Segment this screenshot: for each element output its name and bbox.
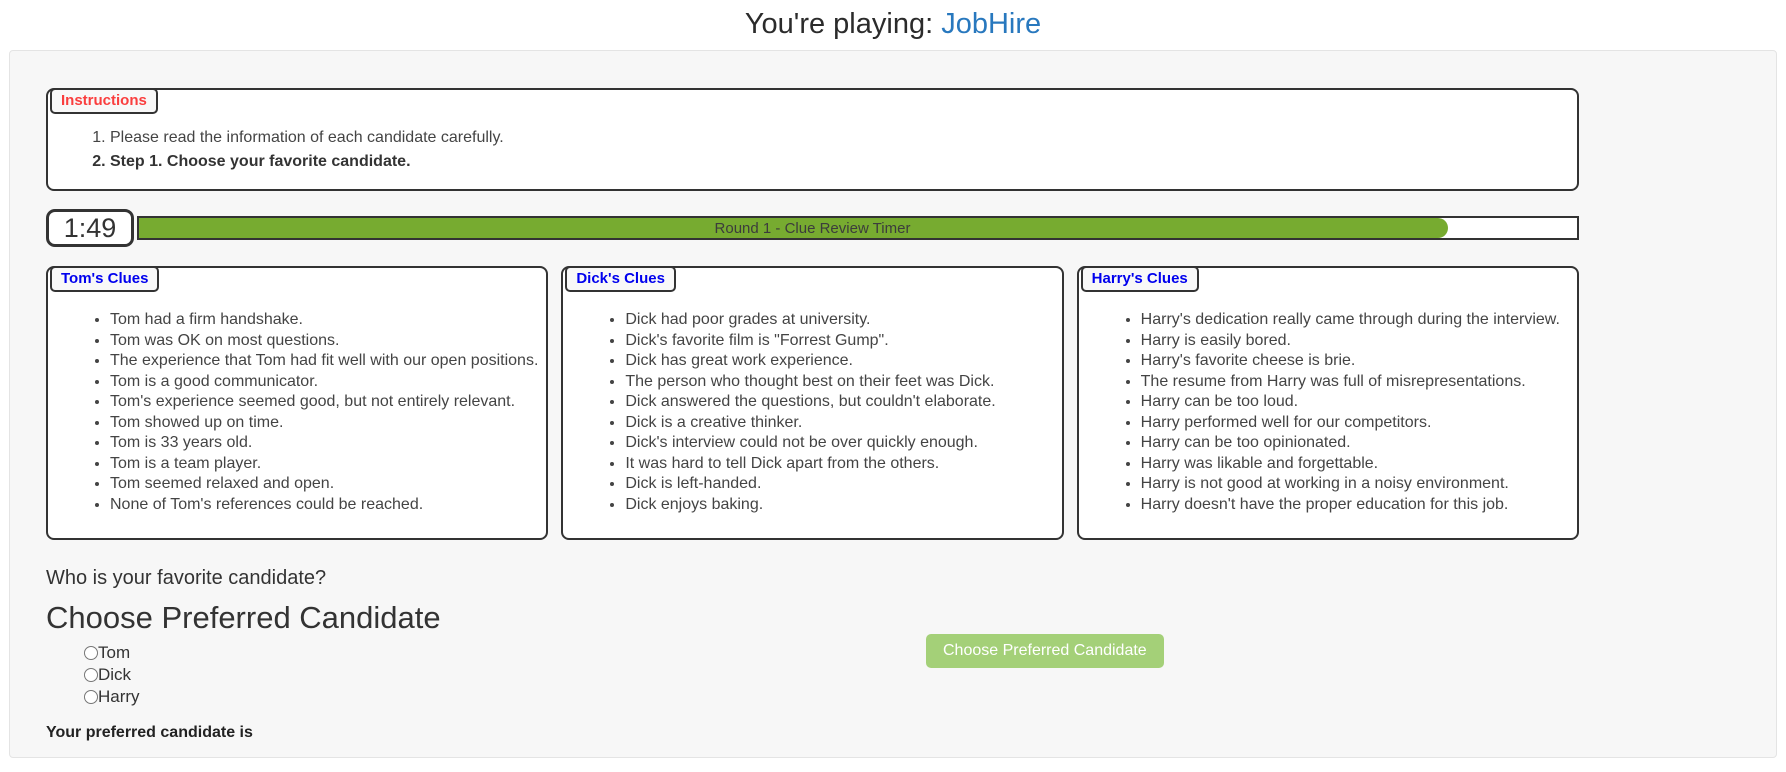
clue-item: Harry is easily bored. (1141, 331, 1577, 352)
timer-row: 1:49 Round 1 - Clue Review Timer (46, 208, 1579, 248)
instructions-legend: Instructions (50, 88, 158, 114)
harry-clues-legend: Harry's Clues (1081, 266, 1199, 292)
tom-clues-fieldset: Tom's Clues Tom had a firm handshake.Tom… (46, 266, 548, 540)
preferred-candidate-result-label: Your preferred candidate is (46, 724, 1579, 742)
clue-item: Dick's interview could not be over quick… (625, 433, 1061, 454)
clue-item: Harry can be too opinionated. (1141, 433, 1577, 454)
tom-clues-list: Tom had a firm handshake.Tom was OK on m… (48, 310, 546, 515)
timer-progress-label: Round 1 - Clue Review Timer (46, 208, 1579, 248)
clue-item: Harry's favorite cheese is brie. (1141, 351, 1577, 372)
clue-item: Dick answered the questions, but couldn'… (625, 392, 1061, 413)
clue-item: Dick's favorite film is "Forrest Gump". (625, 331, 1061, 352)
tom-radio[interactable] (84, 646, 98, 660)
clue-item: Harry was likable and forgettable. (1141, 454, 1577, 475)
game-content: Instructions Please read the information… (46, 88, 1579, 742)
clue-item: The person who thought best on their fee… (625, 372, 1061, 393)
clue-item: Tom was OK on most questions. (110, 331, 546, 352)
instruction-item: Please read the information of each cand… (110, 126, 1577, 150)
clue-item: Dick is left-handed. (625, 474, 1061, 495)
radio-option-tom[interactable]: Tom (84, 642, 1579, 664)
radio-option-harry[interactable]: Harry (84, 686, 1579, 708)
radio-option-dick[interactable]: Dick (84, 664, 1579, 686)
favorite-question: Who is your favorite candidate? (46, 567, 1579, 590)
instructions-fieldset: Instructions Please read the information… (46, 88, 1579, 191)
clue-item: Harry can be too loud. (1141, 392, 1577, 413)
game-panel: Instructions Please read the information… (9, 50, 1777, 758)
clue-item: Harry is not good at working in a noisy … (1141, 474, 1577, 495)
clue-item: Tom is a good communicator. (110, 372, 546, 393)
dick-radio-label: Dick (98, 665, 131, 685)
instructions-list: Please read the information of each cand… (48, 126, 1577, 174)
game-name-link[interactable]: JobHire (941, 8, 1041, 40)
clue-item: It was hard to tell Dick apart from the … (625, 454, 1061, 475)
clue-item: The experience that Tom had fit well wit… (110, 351, 546, 372)
tom-radio-label: Tom (98, 643, 130, 663)
harry-clues-list: Harry's dedication really came through d… (1079, 310, 1577, 515)
clue-item: Tom's experience seemed good, but not en… (110, 392, 546, 413)
clue-item: The resume from Harry was full of misrep… (1141, 372, 1577, 393)
clue-item: Harry performed well for our competitors… (1141, 413, 1577, 434)
dick-radio[interactable] (84, 668, 98, 682)
clue-item: Tom seemed relaxed and open. (110, 474, 546, 495)
clue-item: Tom is a team player. (110, 454, 546, 475)
harry-clues-fieldset: Harry's Clues Harry's dedication really … (1077, 266, 1579, 540)
page-title: You're playing: JobHire (0, 0, 1786, 50)
dick-clues-legend: Dick's Clues (565, 266, 676, 292)
clue-item: Harry's dedication really came through d… (1141, 310, 1577, 331)
candidate-radio-group: Tom Dick Harry (84, 642, 1579, 708)
clue-item: Dick enjoys baking. (625, 495, 1061, 516)
choice-area: Tom Dick Harry Choose Preferred Candidat… (46, 642, 1579, 708)
harry-radio-label: Harry (98, 687, 140, 707)
tom-clues-legend: Tom's Clues (50, 266, 159, 292)
harry-radio[interactable] (84, 690, 98, 704)
clue-item: Harry doesn't have the proper education … (1141, 495, 1577, 516)
dick-clues-list: Dick had poor grades at university.Dick'… (563, 310, 1061, 515)
clue-item: None of Tom's references could be reache… (110, 495, 546, 516)
clue-item: Dick has great work experience. (625, 351, 1061, 372)
clue-item: Dick is a creative thinker. (625, 413, 1061, 434)
clue-item: Dick had poor grades at university. (625, 310, 1061, 331)
dick-clues-fieldset: Dick's Clues Dick had poor grades at uni… (561, 266, 1063, 540)
clue-item: Tom showed up on time. (110, 413, 546, 434)
choose-heading: Choose Preferred Candidate (46, 600, 1579, 636)
choose-preferred-candidate-button[interactable]: Choose Preferred Candidate (926, 634, 1164, 668)
instruction-item: Step 1. Choose your favorite candidate. (110, 150, 1577, 174)
clue-item: Tom had a firm handshake. (110, 310, 546, 331)
clues-row: Tom's Clues Tom had a firm handshake.Tom… (46, 266, 1579, 540)
page-title-prefix: You're playing: (745, 8, 941, 40)
clue-item: Tom is 33 years old. (110, 433, 546, 454)
